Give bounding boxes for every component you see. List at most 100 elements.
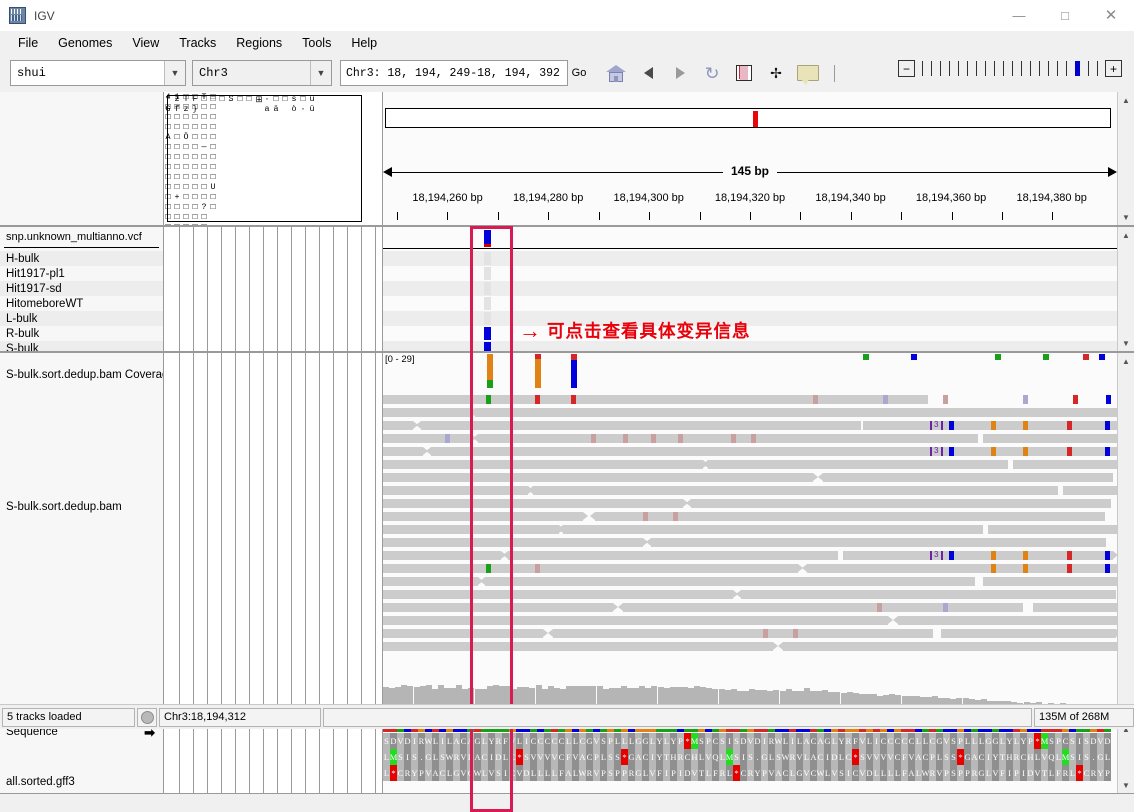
read-mismatch[interactable] (991, 421, 996, 430)
alignment-read[interactable] (383, 525, 564, 534)
scroll-down-icon[interactable]: ▼ (1118, 335, 1134, 351)
coverage-allele-segment[interactable] (1043, 354, 1049, 360)
read-insertion-marker[interactable] (941, 447, 943, 456)
zoom-out-button[interactable]: − (898, 60, 915, 77)
fit-to-window-button[interactable]: ✢ (760, 58, 792, 88)
read-mismatch[interactable] (651, 434, 656, 443)
zoom-tick[interactable] (1097, 61, 1098, 76)
zoom-in-button[interactable]: + (1105, 60, 1122, 77)
alignment-read[interactable] (383, 460, 708, 469)
vcf-sample-row[interactable]: Hit1917-sd (0, 281, 163, 296)
coverage-allele-segment[interactable] (911, 354, 917, 360)
vcf-genotype-cell[interactable] (484, 312, 491, 325)
read-mismatch[interactable] (1067, 447, 1072, 456)
status-indicator[interactable] (137, 707, 157, 727)
alignment-track-name[interactable]: S-bulk.sort.dedup.bam (6, 501, 122, 513)
amino-acid-frame-row[interactable]: SDVDIRWLILACAGLYRFVLICCCCCLLCGVSPLLLGGLY… (383, 733, 1117, 749)
coverage-allele-segment[interactable] (863, 354, 869, 360)
read-mismatch[interactable] (1023, 551, 1028, 560)
vcf-sample-row[interactable]: R-bulk (0, 326, 163, 341)
forward-button[interactable] (664, 58, 696, 88)
zoom-tick[interactable] (949, 61, 950, 76)
zoom-tick[interactable] (1030, 61, 1031, 76)
read-mismatch[interactable] (535, 395, 540, 404)
menu-help[interactable]: Help (341, 34, 387, 52)
read-mismatch[interactable] (991, 447, 996, 456)
zoom-tick[interactable] (1057, 61, 1058, 76)
zoom-tick[interactable] (1021, 61, 1022, 76)
zoom-tick[interactable] (931, 61, 932, 76)
read-mismatch[interactable] (751, 434, 756, 443)
vcf-track-title[interactable]: snp.unknown_multianno.vcf (6, 231, 142, 243)
maximize-button[interactable]: □ (1042, 0, 1088, 31)
alignment-read[interactable] (383, 616, 893, 625)
alignment-read[interactable] (383, 577, 483, 586)
alignment-read[interactable] (893, 616, 1117, 625)
alignment-read[interactable] (383, 408, 478, 417)
vcf-sample-row[interactable]: HitomeboreWT (0, 296, 163, 311)
alignment-read[interactable] (618, 603, 1023, 612)
vcf-genotype-cell[interactable] (484, 282, 491, 295)
zoom-tick[interactable] (958, 61, 959, 76)
scroll-down-icon[interactable]: ▼ (1118, 777, 1134, 793)
zoom-tick[interactable] (1039, 61, 1040, 76)
alignment-read[interactable] (590, 512, 1105, 521)
coverage-allele-segment[interactable] (487, 380, 493, 388)
alignment-scrollbar[interactable]: ▲ ▼ (1117, 353, 1134, 719)
alignment-read[interactable] (941, 629, 1117, 638)
menu-view[interactable]: View (122, 34, 169, 52)
alignment-read[interactable] (863, 421, 1117, 430)
read-mismatch[interactable] (883, 395, 888, 404)
alignment-read[interactable] (768, 408, 1117, 417)
read-mismatch[interactable] (1067, 421, 1072, 430)
alignment-read[interactable] (843, 551, 1117, 560)
zoom-tick[interactable] (922, 61, 923, 76)
zoom-tick[interactable] (1003, 61, 1004, 76)
ruler-scrollbar[interactable]: ▲ ▼ (1117, 92, 1134, 225)
alignment-read[interactable] (548, 629, 933, 638)
back-button[interactable] (632, 58, 664, 88)
menu-genomes[interactable]: Genomes (48, 34, 122, 52)
alignment-read[interactable] (383, 512, 588, 521)
read-mismatch[interactable] (763, 629, 768, 638)
zoom-tick[interactable] (985, 61, 986, 76)
read-insertion-marker[interactable] (941, 551, 943, 560)
amino-acid-frame-row[interactable]: L * C R Y P V A C L G V C W L V S I C V D L L L L F A L W R V P S P P R G L V F… (383, 765, 1117, 781)
alignment-read[interactable] (416, 421, 861, 430)
zoom-tick[interactable] (967, 61, 968, 76)
scroll-up-icon[interactable]: ▲ (1118, 92, 1134, 108)
menu-file[interactable]: File (8, 34, 48, 52)
ruler-data-area[interactable]: 145 bp 18,194,260 bp 18,194,280 bp 18,194,… (383, 92, 1117, 225)
alignment-read[interactable] (778, 642, 1117, 651)
region-navigator-button[interactable] (728, 58, 760, 88)
genome-selector[interactable]: shui ▼ (10, 60, 186, 86)
coverage-track-name[interactable]: S-bulk.sort.dedup.bam Coverage (6, 369, 163, 381)
read-mismatch[interactable] (1106, 395, 1111, 404)
alignment-read[interactable] (473, 434, 978, 443)
alignment-read[interactable] (383, 473, 818, 482)
read-mismatch[interactable] (1105, 447, 1110, 456)
vcf-genotype-cell[interactable] (484, 267, 491, 280)
read-mismatch[interactable] (1067, 551, 1072, 560)
refresh-button[interactable]: ↻ (696, 58, 728, 88)
vcf-genotype-cell[interactable] (484, 297, 491, 310)
read-mismatch[interactable] (949, 551, 954, 560)
alignment-read[interactable] (383, 499, 688, 508)
scroll-up-icon[interactable]: ▲ (1118, 227, 1134, 243)
zoom-slider[interactable]: − + (898, 60, 1122, 77)
read-insertion-marker[interactable] (930, 551, 932, 560)
alignment-read[interactable] (1013, 460, 1117, 469)
read-mismatch[interactable] (1023, 564, 1028, 573)
read-mismatch[interactable] (1105, 421, 1110, 430)
alignment-read[interactable] (563, 395, 928, 404)
vcf-genotype-cell[interactable] (484, 327, 491, 340)
zoom-tick[interactable] (994, 61, 995, 76)
alignment-read[interactable] (383, 551, 506, 560)
vcf-sample-row[interactable]: H-bulk (0, 251, 163, 266)
locus-search-input[interactable]: Chr3: 18, 194, 249-18, 194, 392 (340, 60, 568, 86)
read-mismatch[interactable] (991, 564, 996, 573)
alignment-read[interactable] (383, 629, 548, 638)
zoom-tick[interactable] (1066, 61, 1067, 76)
read-mismatch[interactable] (486, 564, 491, 573)
alignment-read[interactable] (686, 499, 1111, 508)
